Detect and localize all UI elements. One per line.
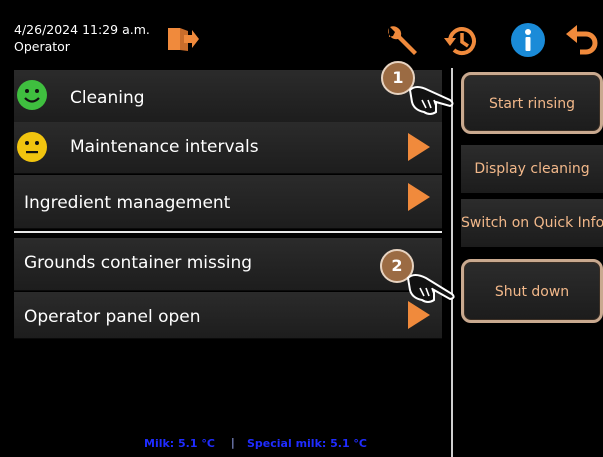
user-role-text: Operator bbox=[14, 39, 70, 54]
list-item-label: Maintenance intervals bbox=[70, 137, 259, 157]
chevron-right-icon bbox=[408, 133, 430, 165]
list-item-label: Ingredient management bbox=[24, 193, 231, 213]
footer-separator: | bbox=[231, 436, 235, 449]
display-cleaning-button[interactable]: Display cleaning bbox=[461, 145, 603, 193]
display-cleaning-label: Display cleaning bbox=[474, 161, 590, 177]
pointing-hand-icon bbox=[404, 268, 458, 304]
list-item-operator-panel-open[interactable]: Operator panel open bbox=[14, 292, 442, 339]
start-rinsing-label: Start rinsing bbox=[488, 96, 576, 112]
list-item-grounds-container-missing[interactable]: Grounds container missing bbox=[14, 238, 442, 291]
history-icon[interactable] bbox=[442, 22, 480, 60]
start-rinsing-button[interactable]: Start rinsing bbox=[461, 72, 603, 134]
milk-temperature: Milk: 5.1 °C bbox=[144, 437, 215, 450]
chevron-right-icon bbox=[408, 301, 430, 333]
chevron-right-icon bbox=[408, 183, 430, 215]
list-item-label: Grounds container missing bbox=[24, 253, 253, 273]
back-icon[interactable] bbox=[564, 22, 600, 58]
info-icon[interactable] bbox=[510, 22, 546, 58]
logout-icon[interactable] bbox=[166, 26, 200, 52]
shut-down-label: Shut down bbox=[494, 284, 570, 300]
smiley-neutral-icon bbox=[16, 131, 48, 167]
list-item-ingredient-management[interactable]: Ingredient management bbox=[14, 175, 442, 229]
list-item-label: Cleaning bbox=[70, 88, 145, 108]
panel-divider bbox=[451, 68, 453, 457]
list-item-cleaning[interactable]: Cleaning bbox=[14, 70, 442, 123]
status-info: 4/26/2024 11:29 a.m. Operator bbox=[14, 21, 150, 55]
smiley-happy-icon bbox=[16, 79, 48, 115]
list-item-maintenance-intervals[interactable]: Maintenance intervals bbox=[14, 122, 442, 174]
wrench-icon[interactable] bbox=[381, 24, 419, 58]
list-item-label: Operator panel open bbox=[24, 307, 201, 327]
shut-down-button[interactable]: Shut down bbox=[461, 259, 603, 323]
switch-on-quick-info-label: Switch on Quick Info bbox=[461, 215, 603, 231]
list-divider bbox=[14, 231, 442, 233]
switch-on-quick-info-button[interactable]: Switch on Quick Info bbox=[461, 199, 603, 247]
datetime-text: 4/26/2024 11:29 a.m. bbox=[14, 22, 150, 37]
special-milk-temperature: Special milk: 5.1 °C bbox=[247, 437, 368, 450]
pointing-hand-icon bbox=[406, 80, 456, 116]
